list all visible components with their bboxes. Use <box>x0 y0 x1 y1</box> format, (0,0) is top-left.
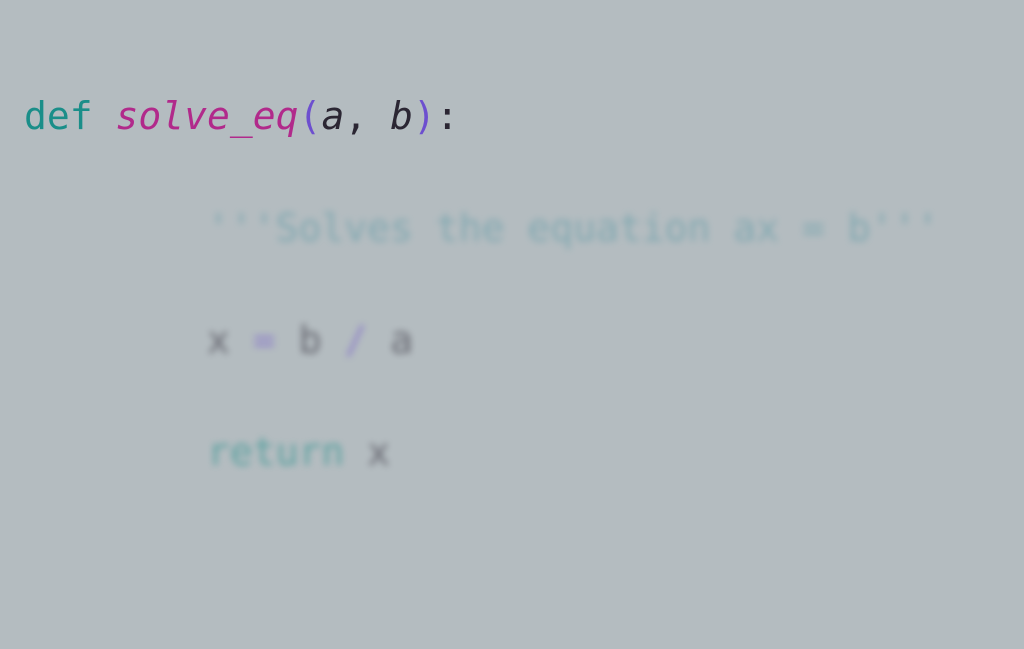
code-line-4: return x <box>24 424 1000 480</box>
function-name: solve_eq <box>116 94 299 138</box>
space <box>367 318 390 362</box>
indent <box>24 430 207 474</box>
keyword-return: return <box>207 430 367 474</box>
docstring: '''Solves the equation ax = b''' <box>207 206 939 250</box>
op-eq: = <box>253 318 299 362</box>
var-a: a <box>390 318 413 362</box>
code-line-1: def solve_eq(a, b): <box>24 88 1000 144</box>
var-x: x <box>367 430 390 474</box>
space <box>321 318 344 362</box>
colon: : <box>436 94 459 138</box>
code-line-5-blank <box>24 536 1000 592</box>
code-line-3: x = b / a <box>24 312 1000 368</box>
paren-close: ) <box>413 94 436 138</box>
code-line-2: '''Solves the equation ax = b''' <box>24 200 1000 256</box>
comma: , <box>344 94 390 138</box>
param-b: b <box>390 94 413 138</box>
paren-open: ( <box>299 94 322 138</box>
var-x: x <box>207 318 253 362</box>
param-a: a <box>321 94 344 138</box>
indent <box>24 318 207 362</box>
op-slash: / <box>344 318 367 362</box>
code-editor[interactable]: def solve_eq(a, b): '''Solves the equati… <box>0 0 1024 649</box>
var-b: b <box>299 318 322 362</box>
indent <box>24 206 207 250</box>
keyword-def: def <box>24 94 116 138</box>
